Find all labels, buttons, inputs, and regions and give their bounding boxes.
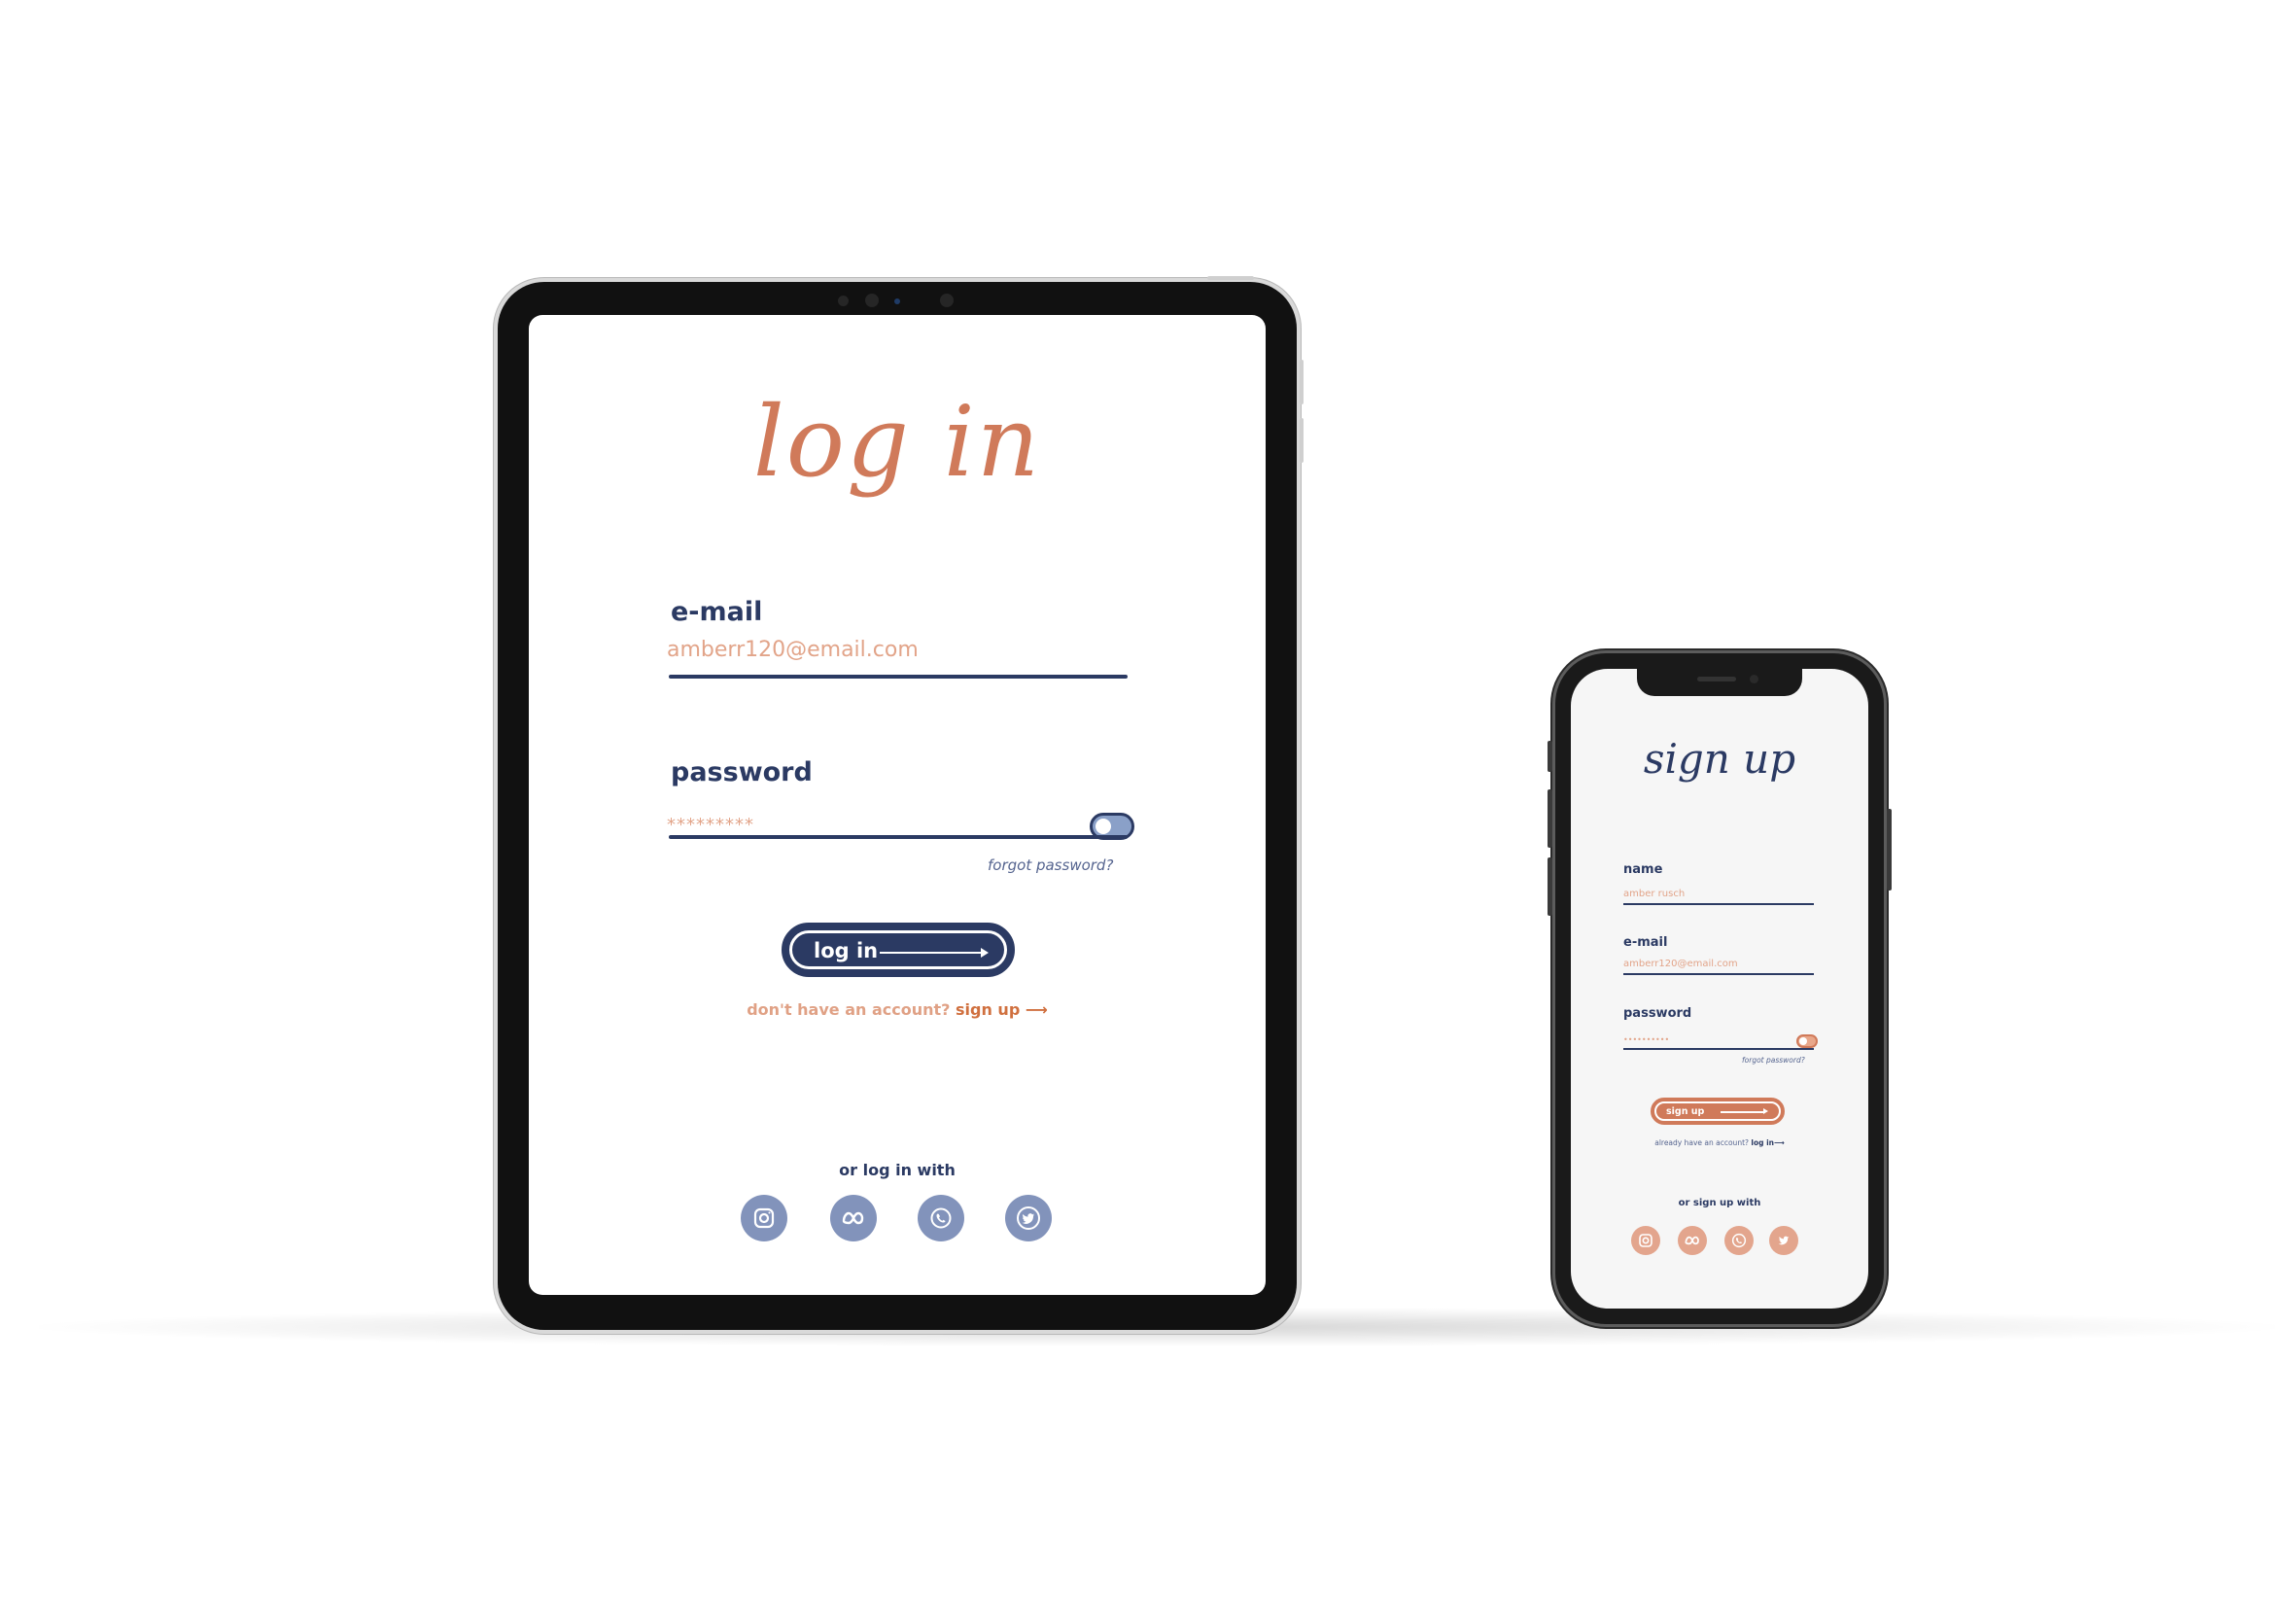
name-label: name bbox=[1623, 862, 1663, 877]
phone-power-button bbox=[1887, 809, 1892, 891]
name-underline bbox=[1623, 903, 1814, 905]
email-label: e-mail bbox=[1623, 935, 1668, 950]
whatsapp-icon[interactable] bbox=[918, 1195, 964, 1241]
login-prompt: already have an account? log in⟶ bbox=[1571, 1138, 1868, 1147]
email-underline bbox=[1623, 973, 1814, 975]
instagram-icon[interactable] bbox=[741, 1195, 787, 1241]
tablet-top-button bbox=[1207, 276, 1254, 280]
signup-button-label: sign up bbox=[1666, 1106, 1705, 1117]
phone-notch bbox=[1637, 669, 1802, 696]
login-button-inner: log in bbox=[789, 930, 1007, 969]
or-signup-with-label: or sign up with bbox=[1678, 1198, 1761, 1208]
forgot-password-link[interactable]: forgot password? bbox=[988, 856, 1113, 874]
phone-camera bbox=[1750, 675, 1758, 683]
meta-icon[interactable] bbox=[1678, 1226, 1707, 1255]
login-button[interactable]: log in bbox=[782, 923, 1015, 977]
tablet-volume-up-button bbox=[1300, 360, 1304, 404]
signup-button[interactable]: sign up bbox=[1651, 1098, 1785, 1125]
email-label: e-mail bbox=[671, 597, 763, 627]
toggle-knob bbox=[1799, 1037, 1807, 1045]
no-account-text: don't have an account? bbox=[747, 1000, 951, 1019]
toggle-knob bbox=[1096, 819, 1111, 834]
tablet-device: log in e-mail amberr120@email.com passwo… bbox=[498, 276, 1304, 1330]
phone-volume-up-button bbox=[1548, 789, 1552, 848]
email-underline bbox=[669, 675, 1128, 679]
show-password-toggle[interactable] bbox=[1796, 1034, 1818, 1048]
signup-prompt: don't have an account? sign up ⟶ bbox=[529, 1000, 1266, 1019]
arrow-right-icon[interactable]: ⟶ bbox=[1026, 1000, 1048, 1019]
tablet-volume-down-button bbox=[1300, 418, 1304, 463]
password-label: password bbox=[671, 757, 813, 787]
arrow-head-icon bbox=[981, 948, 989, 958]
signup-button-inner: sign up bbox=[1654, 1101, 1781, 1121]
tablet-sensor bbox=[940, 294, 954, 307]
signup-title: sign up bbox=[1643, 735, 1796, 783]
login-button-label: log in bbox=[814, 939, 879, 962]
password-label: password bbox=[1623, 1006, 1692, 1021]
login-title: log in bbox=[752, 385, 1042, 499]
twitter-icon[interactable] bbox=[1005, 1195, 1052, 1241]
email-field[interactable]: amberr120@email.com bbox=[667, 638, 919, 662]
password-underline bbox=[669, 835, 1128, 839]
arrow-right-icon bbox=[1721, 1111, 1765, 1113]
tablet-camera bbox=[865, 294, 879, 307]
phone-screen: sign up name amber rusch e-mail amberr12… bbox=[1571, 669, 1868, 1309]
instagram-icon[interactable] bbox=[1631, 1226, 1660, 1255]
phone-device: sign up name amber rusch e-mail amberr12… bbox=[1548, 653, 1892, 1324]
twitter-icon[interactable] bbox=[1769, 1226, 1798, 1255]
tablet-screen: log in e-mail amberr120@email.com passwo… bbox=[529, 315, 1266, 1295]
phone-volume-down-button bbox=[1548, 857, 1552, 916]
or-login-with-label: or log in with bbox=[839, 1161, 956, 1179]
tablet-sensor bbox=[838, 296, 849, 306]
meta-icon[interactable] bbox=[830, 1195, 877, 1241]
name-field[interactable]: amber rusch bbox=[1623, 889, 1685, 899]
tablet-camera-lens bbox=[894, 298, 900, 304]
whatsapp-icon[interactable] bbox=[1724, 1226, 1754, 1255]
forgot-password-link[interactable]: forgot password? bbox=[1742, 1056, 1805, 1065]
have-account-text: already have an account? bbox=[1654, 1138, 1749, 1147]
arrow-right-icon bbox=[880, 952, 985, 954]
password-underline bbox=[1623, 1048, 1814, 1050]
arrow-head-icon bbox=[1763, 1108, 1768, 1114]
signup-link[interactable]: sign up bbox=[956, 1000, 1020, 1019]
password-field[interactable]: ********* bbox=[667, 815, 754, 835]
login-link[interactable]: log in⟶ bbox=[1751, 1138, 1784, 1147]
phone-mute-switch bbox=[1548, 741, 1552, 772]
password-field[interactable]: •••••••••• bbox=[1623, 1035, 1669, 1044]
email-field[interactable]: amberr120@email.com bbox=[1623, 959, 1738, 969]
phone-speaker bbox=[1697, 677, 1736, 681]
